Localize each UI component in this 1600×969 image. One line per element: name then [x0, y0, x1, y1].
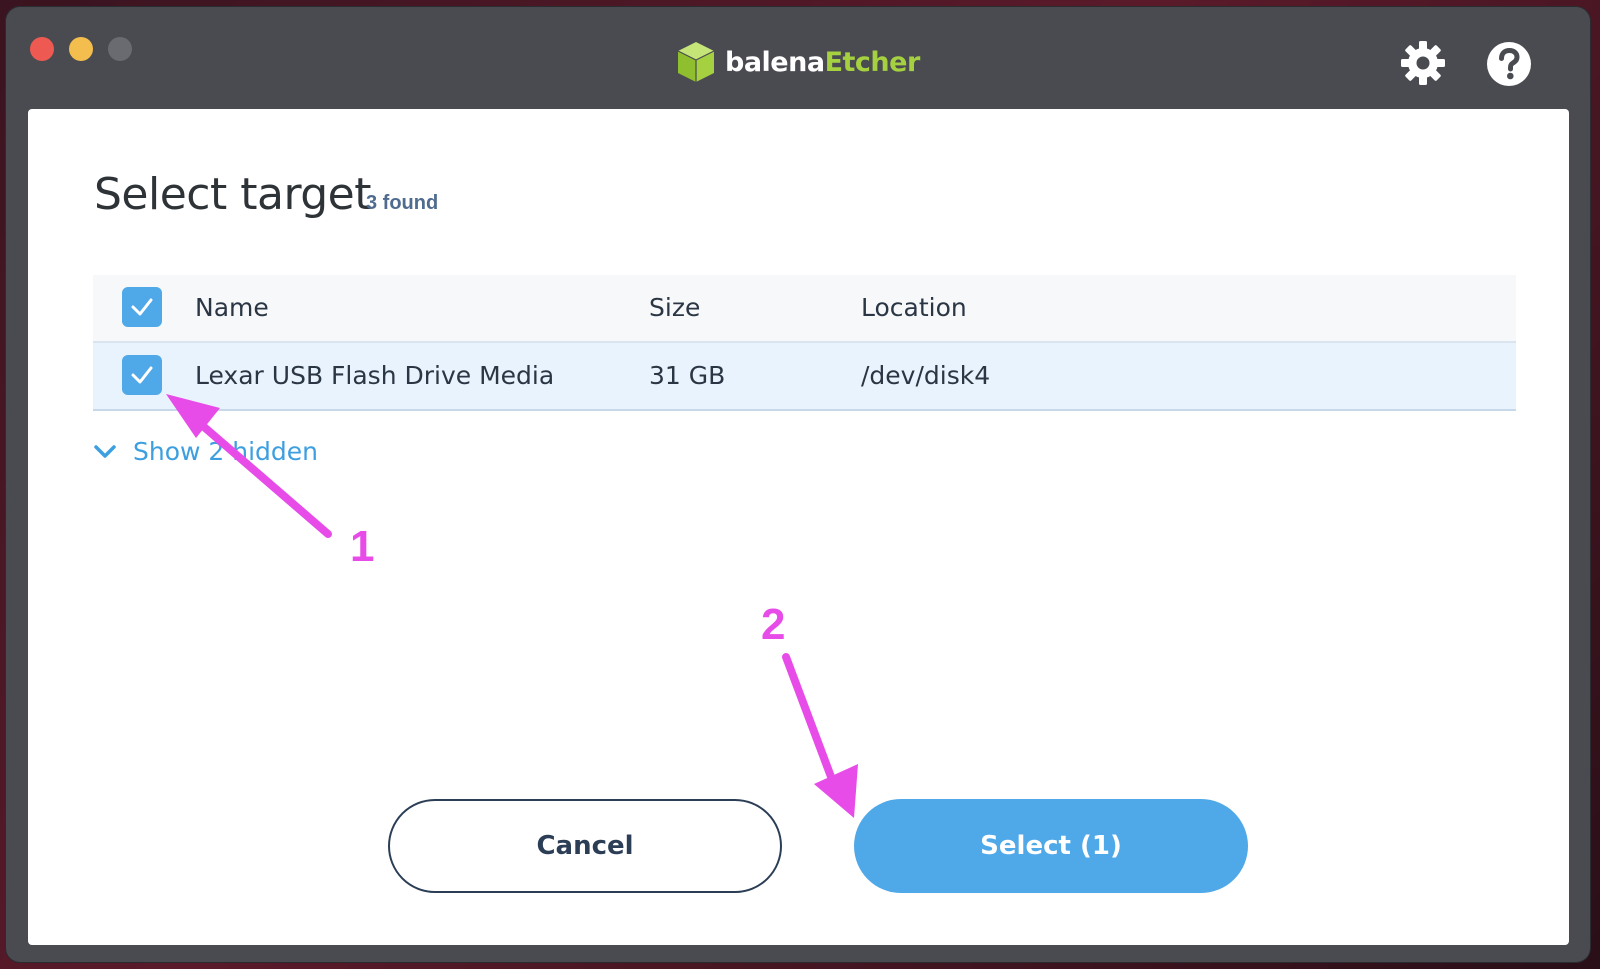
- brand-wordmark: balenaEtcher: [725, 47, 920, 78]
- brand-prefix: balena: [725, 46, 825, 78]
- gear-icon[interactable]: [1399, 39, 1447, 87]
- app-brand: balenaEtcher: [676, 37, 920, 87]
- chevron-down-icon: [94, 444, 116, 458]
- show-hidden-label: Show 2 hidden: [133, 437, 319, 466]
- minimize-window-button[interactable]: [69, 37, 93, 61]
- show-hidden-toggle[interactable]: Show 2 hidden: [93, 437, 318, 466]
- drive-checkbox[interactable]: [122, 355, 162, 395]
- cancel-button[interactable]: Cancel: [388, 799, 782, 893]
- found-count: 3 found: [366, 192, 439, 214]
- column-location-header[interactable]: Location: [861, 293, 967, 322]
- annotation-label-2: 2: [761, 600, 786, 649]
- check-icon: [131, 366, 153, 384]
- etcher-window: balenaEtcher Select target 3 found Name …: [6, 7, 1590, 962]
- column-name-header[interactable]: Name: [195, 293, 269, 322]
- select-all-checkbox[interactable]: [122, 287, 162, 327]
- maximize-window-button[interactable]: [108, 37, 132, 61]
- select-button[interactable]: Select (1): [854, 799, 1248, 893]
- close-window-button[interactable]: [30, 37, 54, 61]
- table-header: Name Size Location: [93, 275, 1516, 343]
- annotation-label-1: 1: [350, 522, 375, 571]
- drive-name: Lexar USB Flash Drive Media: [195, 361, 555, 390]
- drive-size: 31 GB: [649, 361, 726, 390]
- help-icon[interactable]: [1485, 40, 1533, 88]
- check-icon: [131, 298, 153, 316]
- cube-logo-icon: [677, 42, 715, 82]
- drive-table: Name Size Location Lexar USB Flash Drive…: [93, 275, 1516, 411]
- brand-suffix: Etcher: [824, 46, 921, 78]
- drive-location: /dev/disk4: [861, 361, 991, 390]
- table-row[interactable]: Lexar USB Flash Drive Media 31 GB /dev/d…: [93, 343, 1516, 411]
- column-size-header[interactable]: Size: [649, 293, 700, 322]
- select-target-panel: Select target 3 found Name Size Location…: [28, 109, 1569, 945]
- page-title: Select target: [94, 169, 372, 220]
